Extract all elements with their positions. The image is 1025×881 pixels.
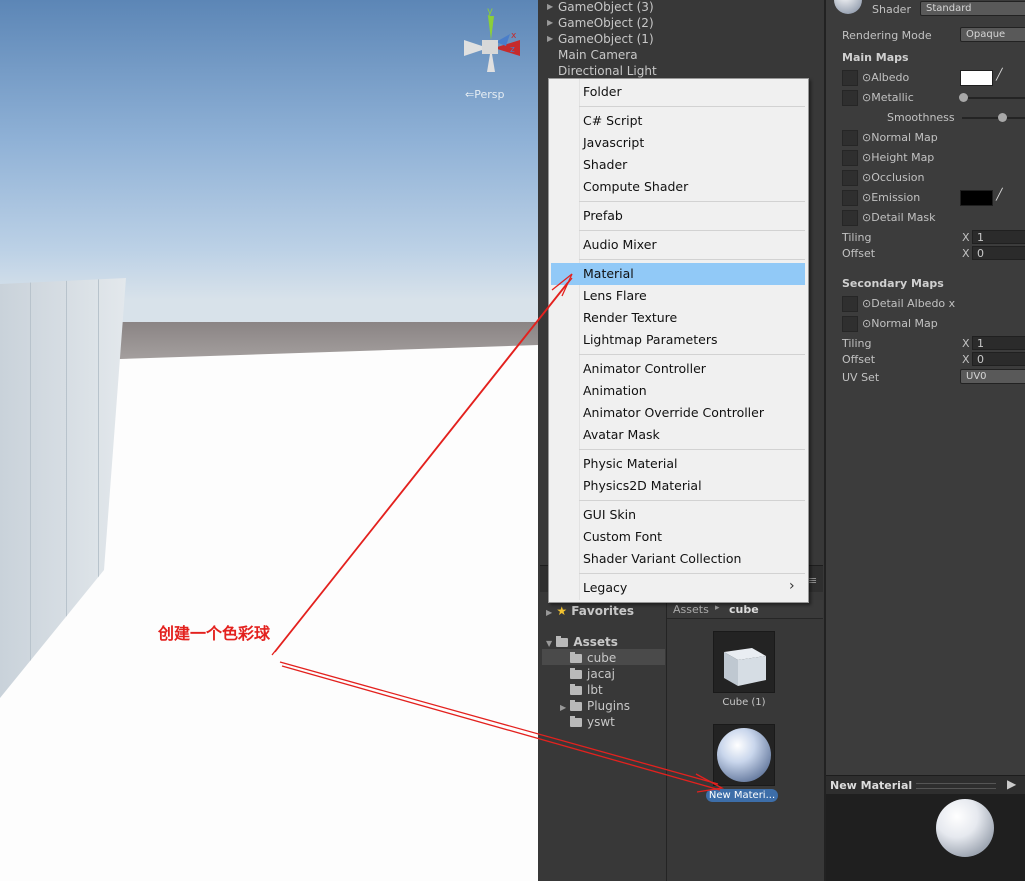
arrow-to-new-material <box>279 661 719 785</box>
annotation-label: 创建一个色彩球 <box>158 624 271 643</box>
annotation-arrows <box>271 273 724 793</box>
